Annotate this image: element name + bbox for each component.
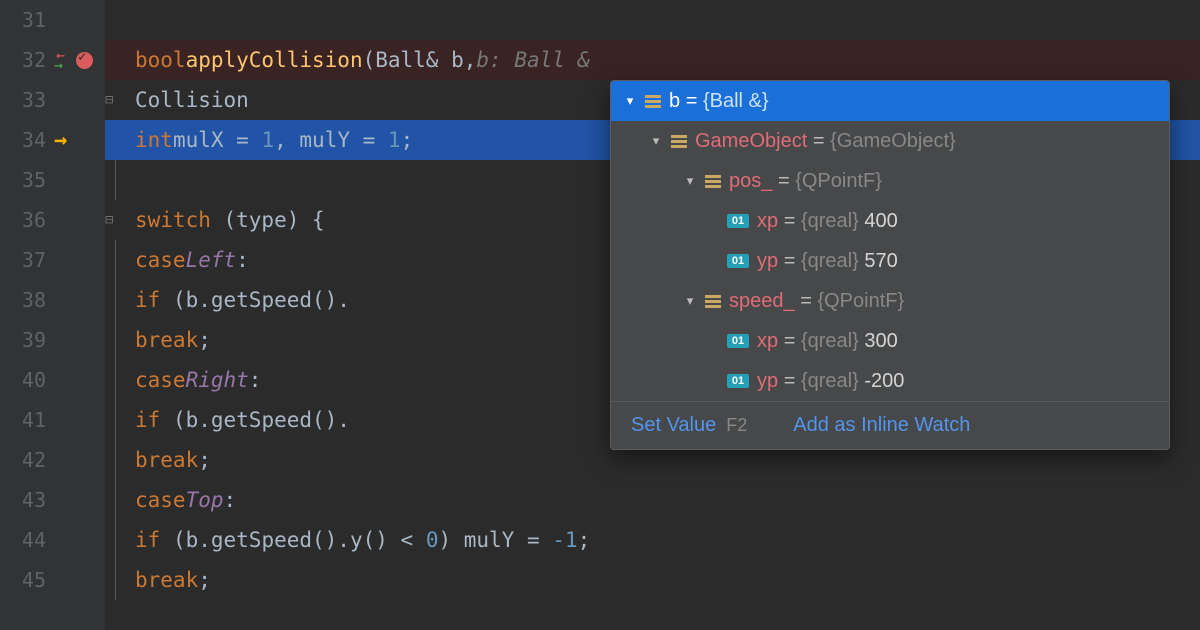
line-number: 42 (0, 448, 46, 472)
gutter-row[interactable]: 41 (0, 400, 105, 440)
gutter-row[interactable]: 43 (0, 480, 105, 520)
line-number: 32 (0, 48, 46, 72)
primitive-icon: 01 (727, 334, 749, 348)
variable-row[interactable]: ▾ speed_ = {QPointF} (611, 281, 1169, 321)
variable-row[interactable]: 01 yp = {qreal} 570 (611, 241, 1169, 281)
breakpoint-icon[interactable] (76, 52, 93, 69)
shortcut-hint: F2 (726, 415, 747, 436)
code-line[interactable]: if (b.getSpeed().y() < 0) mulY = -1; (105, 520, 1200, 560)
line-number: 41 (0, 408, 46, 432)
struct-icon (645, 95, 661, 108)
chevron-down-icon[interactable]: ▾ (623, 93, 637, 109)
gutter-row[interactable]: 34 → (0, 120, 105, 160)
variable-row-root[interactable]: ▾ b = {Ball &} (611, 81, 1169, 121)
line-number: 43 (0, 488, 46, 512)
line-number: 33 (0, 88, 46, 112)
struct-icon (705, 295, 721, 308)
chevron-down-icon[interactable]: ▾ (649, 133, 663, 149)
struct-icon (705, 175, 721, 188)
primitive-icon: 01 (727, 214, 749, 228)
variable-row[interactable]: ▾ pos_ = {QPointF} (611, 161, 1169, 201)
gutter-row[interactable]: 42 (0, 440, 105, 480)
line-number: 37 (0, 248, 46, 272)
primitive-icon: 01 (727, 254, 749, 268)
code-line[interactable]: case Top: (105, 480, 1200, 520)
debug-variable-popup: ▾ b = {Ball &} ▾ GameObject = {GameObjec… (610, 80, 1170, 450)
struct-icon (671, 135, 687, 148)
line-number: 34 (0, 128, 46, 152)
variable-row[interactable]: 01 xp = {qreal} 400 (611, 201, 1169, 241)
changed-lines-icon (54, 52, 72, 68)
execution-pointer-icon: → (54, 128, 67, 153)
gutter-row[interactable]: 44 (0, 520, 105, 560)
code-line[interactable]: break; (105, 560, 1200, 600)
popup-footer: Set Value F2 Add as Inline Watch (611, 401, 1169, 449)
chevron-down-icon[interactable]: ▾ (683, 293, 697, 309)
line-number: 36 (0, 208, 46, 232)
add-inline-watch-button[interactable]: Add as Inline Watch (793, 414, 970, 437)
set-value-button[interactable]: Set Value (631, 414, 716, 437)
gutter: 31 32 33 ⊟ 34 → 35 36 ⊟ 37 38 39 40 (0, 0, 105, 630)
gutter-row[interactable]: 33 ⊟ (0, 80, 105, 120)
line-number: 40 (0, 368, 46, 392)
gutter-row[interactable]: 31 (0, 0, 105, 40)
gutter-row[interactable]: 39 (0, 320, 105, 360)
code-line[interactable] (105, 0, 1200, 40)
gutter-row[interactable]: 36 ⊟ (0, 200, 105, 240)
gutter-row[interactable]: 40 (0, 360, 105, 400)
variable-row[interactable]: ▾ GameObject = {GameObject} (611, 121, 1169, 161)
line-number: 45 (0, 568, 46, 592)
primitive-icon: 01 (727, 374, 749, 388)
line-number: 31 (0, 8, 46, 32)
line-number: 44 (0, 528, 46, 552)
parameter-hint: b: Ball & (476, 48, 590, 72)
variable-row[interactable]: 01 yp = {qreal} -200 (611, 361, 1169, 401)
code-line[interactable]: bool applyCollision(Ball& b, b: Ball & (105, 40, 1200, 80)
gutter-row[interactable]: 32 (0, 40, 105, 80)
variable-row[interactable]: 01 xp = {qreal} 300 (611, 321, 1169, 361)
chevron-down-icon[interactable]: ▾ (683, 173, 697, 189)
gutter-row[interactable]: 38 (0, 280, 105, 320)
line-number: 39 (0, 328, 46, 352)
gutter-row[interactable]: 45 (0, 560, 105, 600)
gutter-row[interactable]: 37 (0, 240, 105, 280)
line-number: 35 (0, 168, 46, 192)
line-number: 38 (0, 288, 46, 312)
gutter-row[interactable]: 35 (0, 160, 105, 200)
